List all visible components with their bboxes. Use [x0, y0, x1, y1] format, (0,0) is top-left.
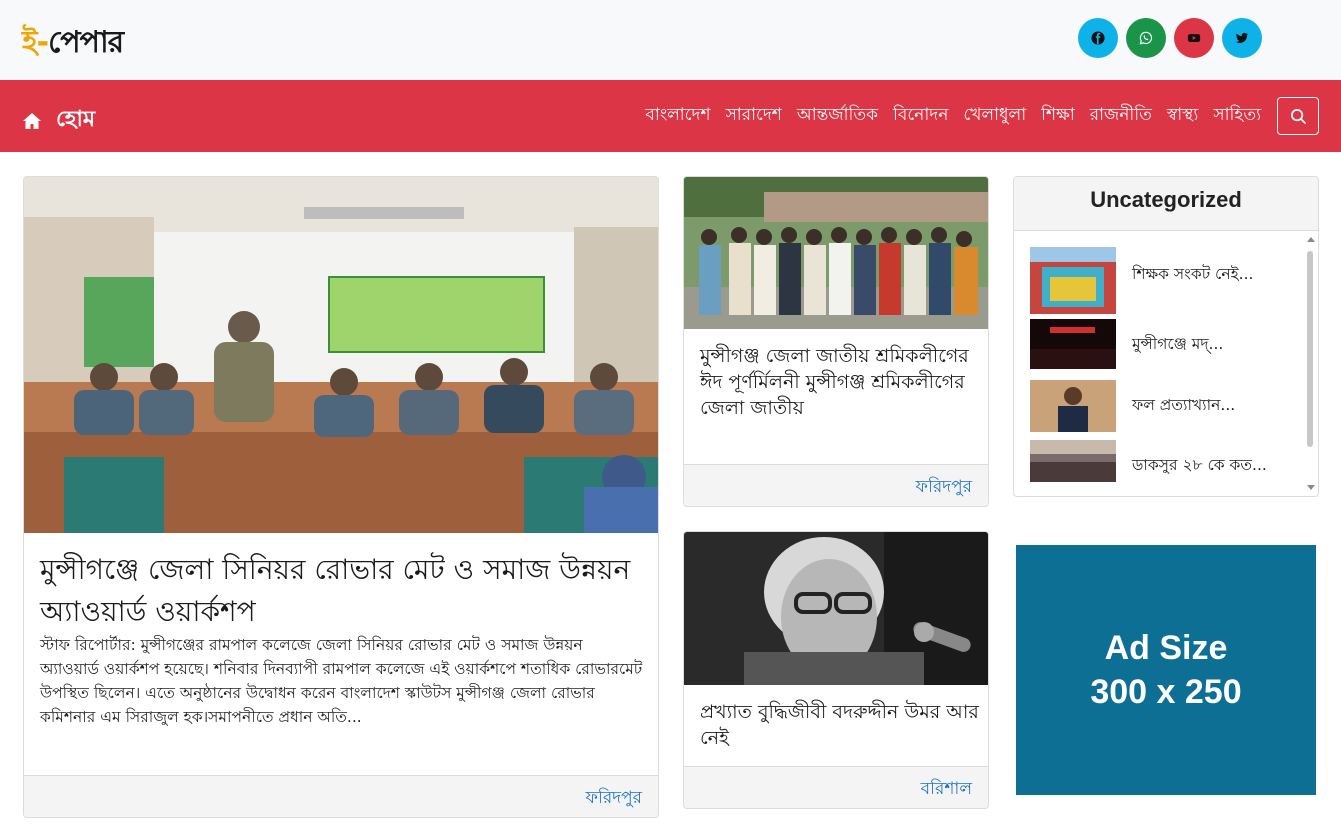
lead-story-title[interactable]: মুন্সীগঞ্জে জেলা সিনিয়র রোভার মেট ও সমা… — [40, 549, 640, 633]
story-category[interactable]: ফরিদপুর — [684, 464, 988, 506]
nav-item-sports[interactable]: খেলাধুলা — [963, 102, 1026, 130]
nav-item-literature[interactable]: সাহিত্য — [1213, 102, 1261, 130]
sidebar-item-title[interactable]: মুন্সীগঞ্জে মদ্... — [1132, 333, 1292, 355]
scroll-up-icon[interactable] — [1307, 237, 1315, 242]
lead-story-card[interactable]: মুন্সীগঞ্জে জেলা সিনিয়র রোভার মেট ও সমা… — [23, 176, 659, 818]
social-links — [1078, 18, 1262, 58]
lead-story-excerpt: স্টাফ রিপোর্টার: মুন্সীগঞ্জের রামপাল কলে… — [40, 636, 643, 726]
nav-item-entertainment[interactable]: বিনোদন — [893, 102, 948, 130]
sidebar-item-title[interactable]: শিক্ষক সংকট নেই... — [1132, 263, 1292, 285]
ad-size-label: Ad Size — [1104, 629, 1228, 667]
scrollbar-thumb[interactable] — [1307, 251, 1313, 447]
twitter-icon — [1235, 32, 1249, 43]
sidebar-item[interactable]: শিক্ষক সংকট নেই... — [1030, 247, 1292, 314]
sidebar-thumbnail[interactable] — [1030, 380, 1116, 432]
youtube-icon — [1187, 34, 1201, 42]
nav-item-education[interactable]: শিক্ষা — [1041, 102, 1075, 130]
ad-dimensions: 300 x 250 — [1090, 673, 1242, 711]
scroll-down-icon[interactable] — [1307, 485, 1315, 490]
lead-story-category[interactable]: ফরিদপুর — [24, 775, 658, 817]
story-category-label[interactable]: ফরিদপুর — [916, 477, 972, 497]
lead-story-image[interactable] — [24, 177, 658, 533]
home-label: হোম — [56, 107, 96, 132]
youtube-button[interactable] — [1174, 18, 1214, 58]
whatsapp-button[interactable] — [1126, 18, 1166, 58]
story-image[interactable] — [684, 177, 988, 329]
sidebar-item-title[interactable]: ডাকসুর ২৮ কে কত... — [1132, 454, 1292, 476]
sidebar-item[interactable]: ফল প্রত্যাখ্যান... — [1030, 380, 1290, 440]
sidebar-thumbnail[interactable] — [1030, 247, 1116, 314]
story-title[interactable]: প্রখ্যাত বুদ্ধিজীবী বদরুদ্দীন উমর আর নেই — [700, 699, 980, 751]
site-logo[interactable]: ই-পেপার — [22, 18, 124, 69]
nav-item-saradesh[interactable]: সারাদেশ — [726, 102, 782, 130]
home-icon — [23, 112, 41, 129]
nav-menu: বাংলাদেশ সারাদেশ আন্তর্জাতিক বিনোদন খেলা… — [645, 80, 1261, 152]
story-category-label[interactable]: বরিশাল — [921, 779, 972, 799]
sidebar-thumbnail[interactable] — [1030, 440, 1116, 482]
story-category[interactable]: বরিশাল — [684, 766, 988, 808]
top-header: ই-পেপার — [0, 0, 1341, 80]
sidebar-item[interactable]: ডাকসুর ২৮ কে কত... — [1030, 440, 1292, 496]
lead-category-label[interactable]: ফরিদপুর — [586, 788, 642, 808]
sidebar-heading: Uncategorized — [1014, 177, 1318, 231]
sidebar-scrollbar[interactable] — [1304, 233, 1318, 496]
story-card[interactable]: মুন্সীগঞ্জ জেলা জাতীয় শ্রমিকলীগের ঈদ পূ… — [683, 176, 989, 507]
ad-banner[interactable]: Ad Size 300 x 250 — [1016, 545, 1316, 795]
search-button[interactable] — [1277, 97, 1319, 135]
sidebar-item[interactable]: মুন্সীগঞ্জে মদ্... — [1030, 319, 1290, 379]
nav-item-bangladesh[interactable]: বাংলাদেশ — [645, 102, 710, 130]
nav-item-international[interactable]: আন্তর্জাতিক — [797, 102, 878, 130]
story-image[interactable] — [684, 532, 988, 685]
logo-text: পেপার — [48, 25, 124, 60]
nav-item-politics[interactable]: রাজনীতি — [1090, 102, 1152, 130]
story-title[interactable]: মুন্সীগঞ্জ জেলা জাতীয় শ্রমিকলীগের ঈদ পূ… — [700, 343, 980, 421]
facebook-button[interactable] — [1078, 18, 1118, 58]
sidebar-item-title[interactable]: ফল প্রত্যাখ্যান... — [1132, 394, 1292, 416]
main-nav: হোম বাংলাদেশ সারাদেশ আন্তর্জাতিক বিনোদন … — [0, 80, 1341, 152]
home-link[interactable]: হোম — [22, 102, 95, 139]
sidebar-thumbnail[interactable] — [1030, 319, 1116, 369]
twitter-button[interactable] — [1222, 18, 1262, 58]
nav-item-health[interactable]: স্বাস্থ্য — [1167, 102, 1198, 130]
logo-prefix: ই- — [22, 25, 49, 60]
sidebar-widget: Uncategorized শিক্ষক সংকট নেই... মুন্সীগ… — [1013, 176, 1319, 497]
story-card[interactable]: প্রখ্যাত বুদ্ধিজীবী বদরুদ্দীন উমর আর নেই… — [683, 531, 989, 809]
search-icon — [1290, 108, 1306, 124]
whatsapp-icon — [1139, 31, 1153, 45]
facebook-icon — [1091, 31, 1105, 45]
